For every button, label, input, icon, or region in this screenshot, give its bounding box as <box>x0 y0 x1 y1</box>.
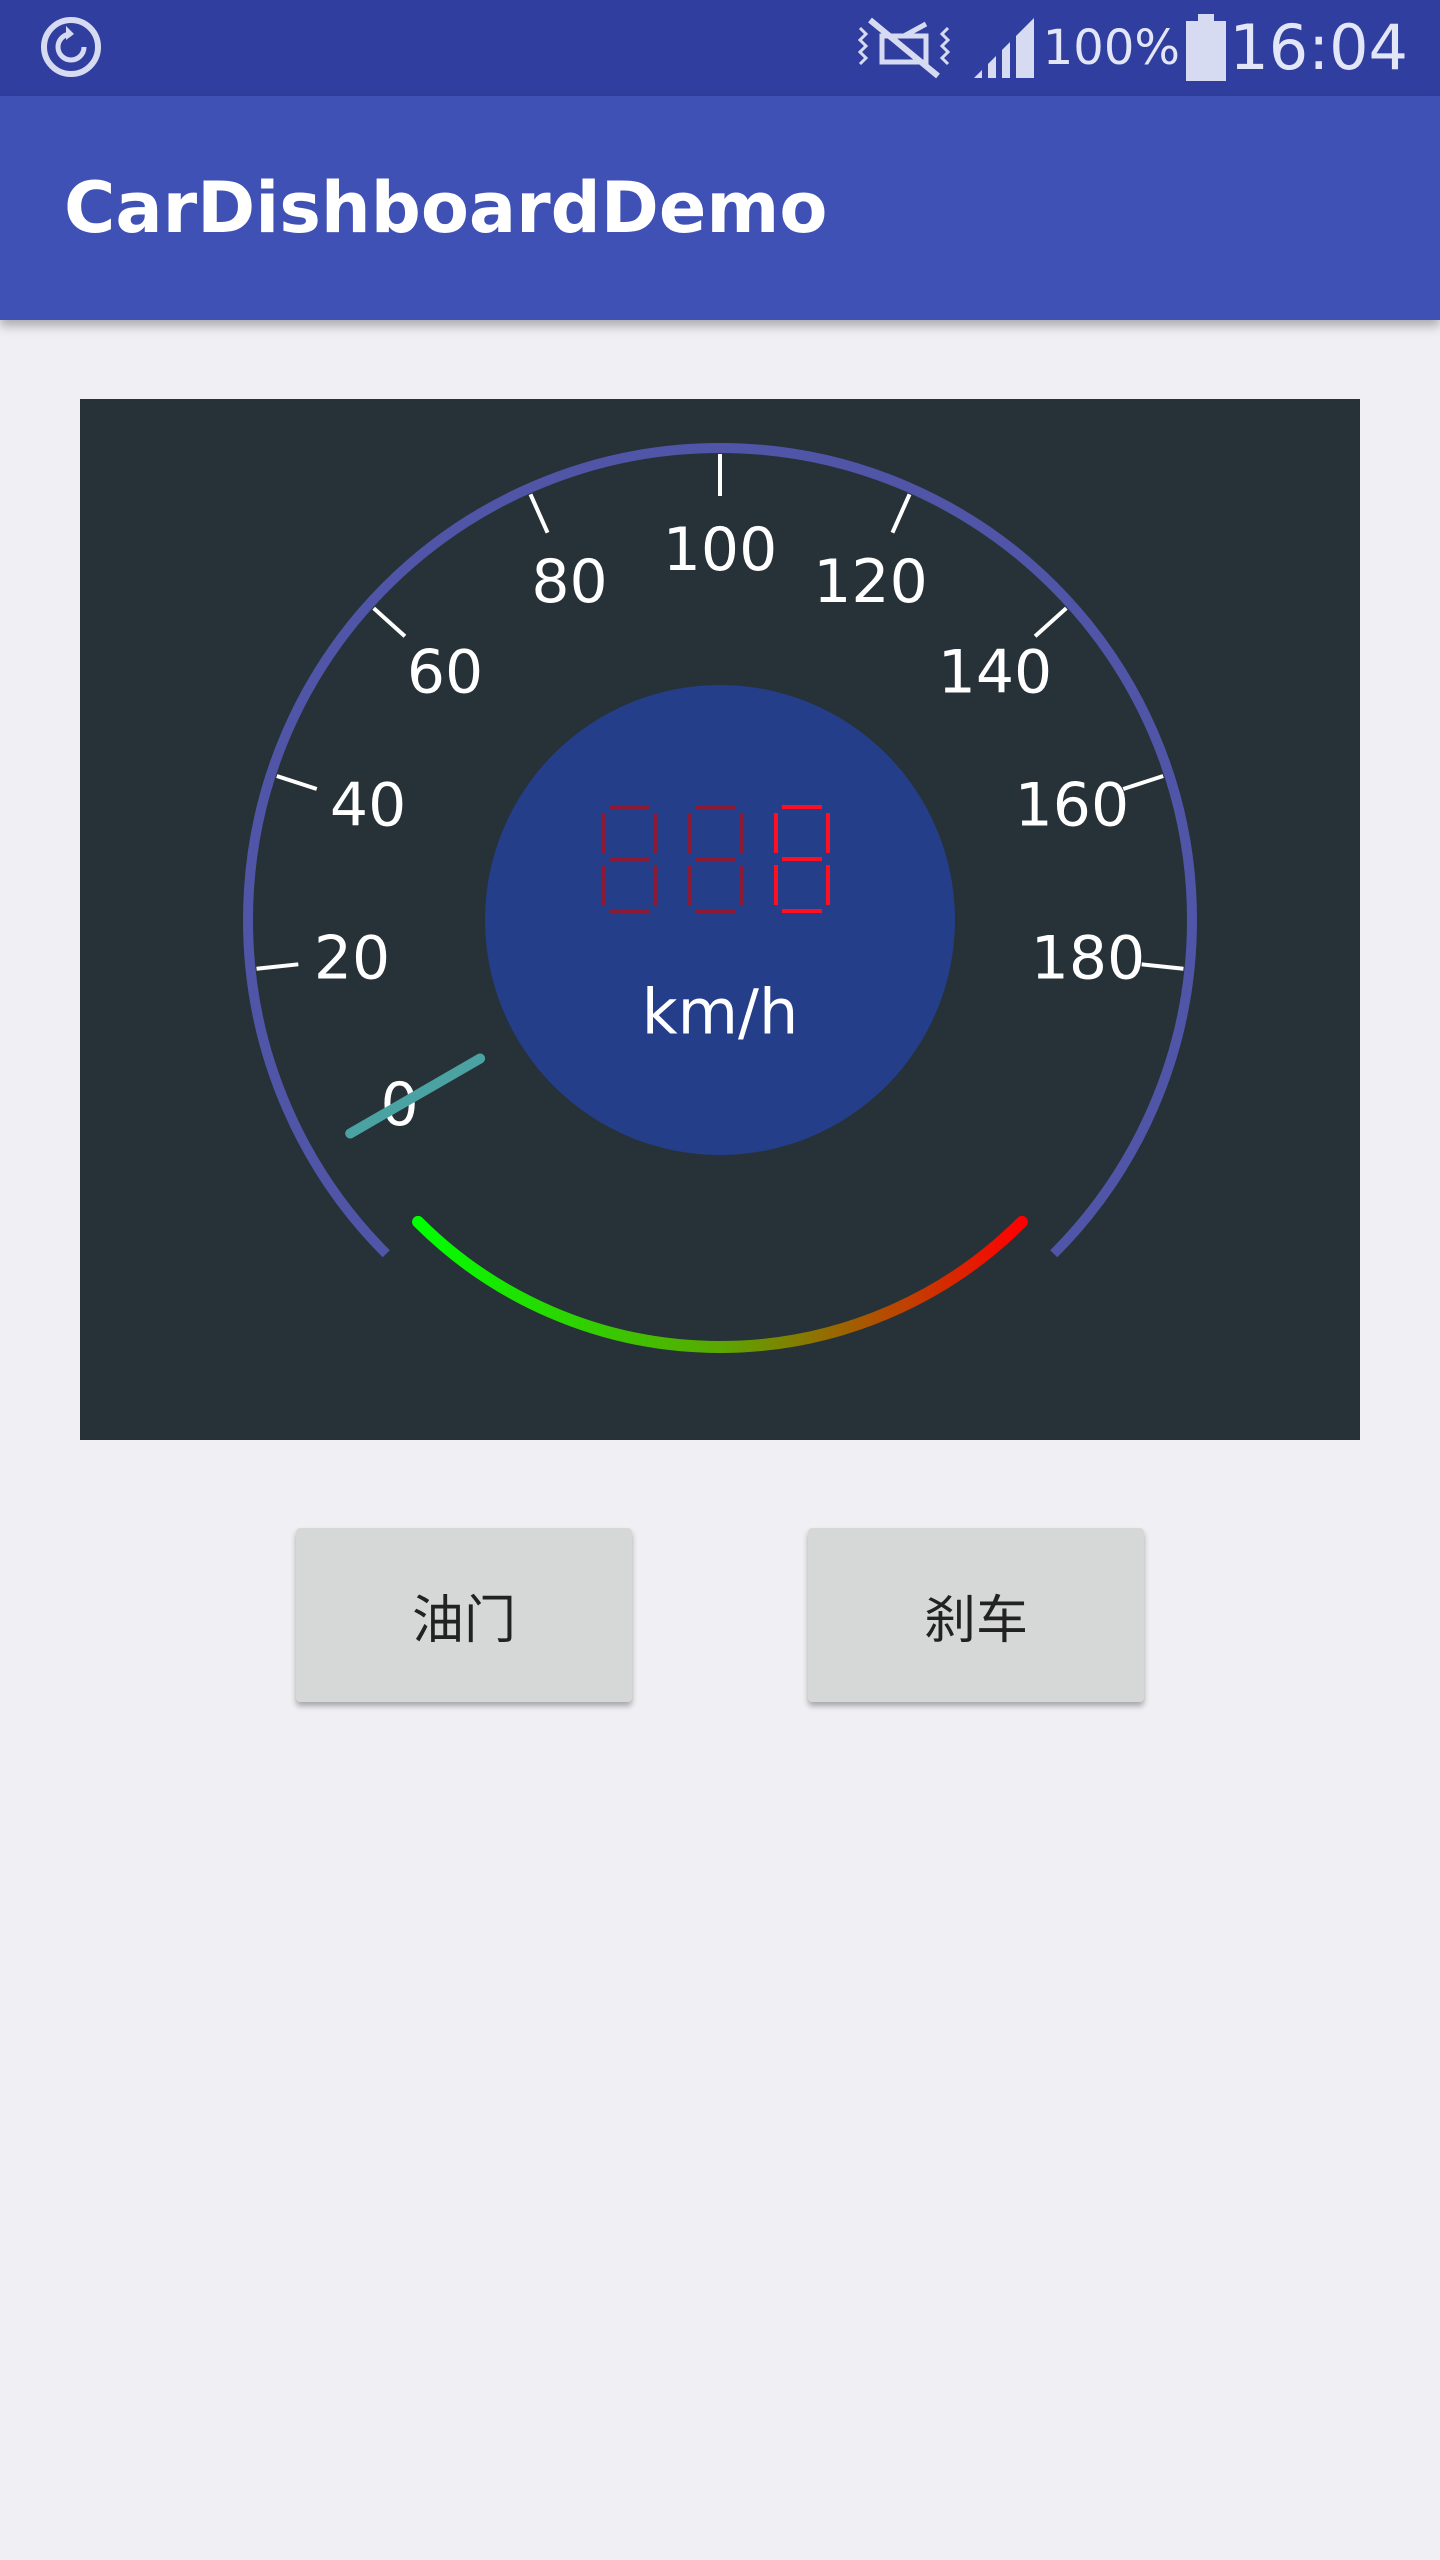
tick-mark <box>276 774 318 791</box>
tick-label: 20 <box>314 924 390 994</box>
throttle-button[interactable]: 油门 <box>296 1528 632 1702</box>
battery-percent: 100% <box>1042 20 1180 76</box>
clock: 16:04 <box>1229 11 1408 84</box>
tick-mark <box>1141 962 1184 971</box>
speed-unit-label: km/h <box>642 976 798 1049</box>
speedometer-gauge: 020406080100120140160180 km/h <box>243 443 1197 1353</box>
center-disc <box>485 685 955 1155</box>
brake-button[interactable]: 刹车 <box>808 1528 1144 1702</box>
tick-mark <box>528 493 550 534</box>
tick-label: 180 <box>1031 924 1146 994</box>
tick-label: 40 <box>330 771 406 841</box>
tick-label: 80 <box>531 547 607 617</box>
tick-mark <box>372 606 407 638</box>
app-bar: CarDishboardDemo <box>0 96 1440 320</box>
tick-mark <box>890 493 912 534</box>
tick-label: 120 <box>813 547 928 617</box>
tick-label: 160 <box>1015 771 1130 841</box>
tick-mark <box>1122 774 1164 791</box>
rpm-color-arc <box>412 1215 1028 1353</box>
tick-mark <box>1033 606 1068 638</box>
tick-label: 60 <box>407 637 483 707</box>
status-bar: 100% 16:04 <box>0 0 1440 96</box>
speedometer-dashboard: 020406080100120140160180 km/h <box>80 399 1360 1440</box>
tick-label: 140 <box>938 637 1053 707</box>
tick-label: 100 <box>663 515 778 585</box>
battery-icon <box>1186 14 1226 81</box>
app-title: CarDishboardDemo <box>64 167 828 249</box>
vibrate-mute-icon <box>857 17 951 79</box>
tick-mark <box>256 962 299 971</box>
signal-icon <box>974 18 1034 78</box>
sync-icon <box>41 17 101 77</box>
